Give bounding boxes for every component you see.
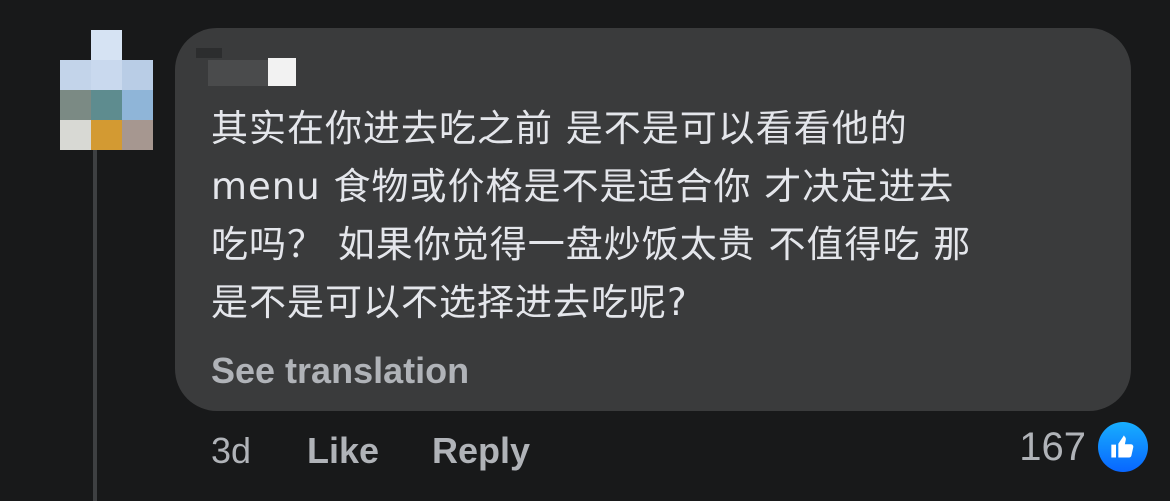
comment-line: menu 食物或价格是不是适合你 才决定进去	[211, 165, 955, 208]
avatar-pixel	[60, 90, 91, 120]
see-translation-link[interactable]: See translation	[211, 348, 469, 394]
reaction-count[interactable]: 167	[1000, 423, 1086, 471]
avatar-pixel	[91, 120, 122, 150]
avatar-pixel	[122, 60, 153, 90]
thumbs-up-glyph	[1111, 435, 1134, 458]
like-thumbs-up-icon[interactable]	[1098, 422, 1148, 472]
comment-line: 其实在你进去吃之前 是不是可以看看他的	[211, 107, 908, 150]
redaction-block	[196, 48, 222, 58]
redaction-block	[268, 58, 296, 86]
comment-line: 吃吗？ 如果你觉得一盘炒饭太贵 不值得吃 那	[211, 223, 972, 266]
avatar-pixel	[91, 30, 122, 60]
comment-screen: 其实在你进去吃之前 是不是可以看看他的 menu 食物或价格是不是适合你 才决定…	[0, 0, 1170, 501]
avatar-pixel	[122, 120, 153, 150]
comment-timestamp[interactable]: 3d	[211, 428, 251, 474]
avatar-pixel	[60, 120, 91, 150]
reply-button[interactable]: Reply	[432, 428, 530, 474]
like-button[interactable]: Like	[307, 428, 379, 474]
author-name-redacted[interactable]	[196, 48, 300, 86]
comment-text: 其实在你进去吃之前 是不是可以看看他的 menu 食物或价格是不是适合你 才决定…	[211, 100, 1111, 332]
avatar-pixel	[122, 90, 153, 120]
avatar-pixel	[60, 60, 91, 90]
avatar-pixel	[91, 60, 122, 90]
redaction-block	[208, 60, 268, 86]
comment-line: 是不是可以不选择进去吃呢?	[211, 281, 688, 324]
thread-line	[93, 150, 97, 501]
avatar-pixel	[91, 90, 122, 120]
avatar[interactable]	[60, 30, 153, 150]
